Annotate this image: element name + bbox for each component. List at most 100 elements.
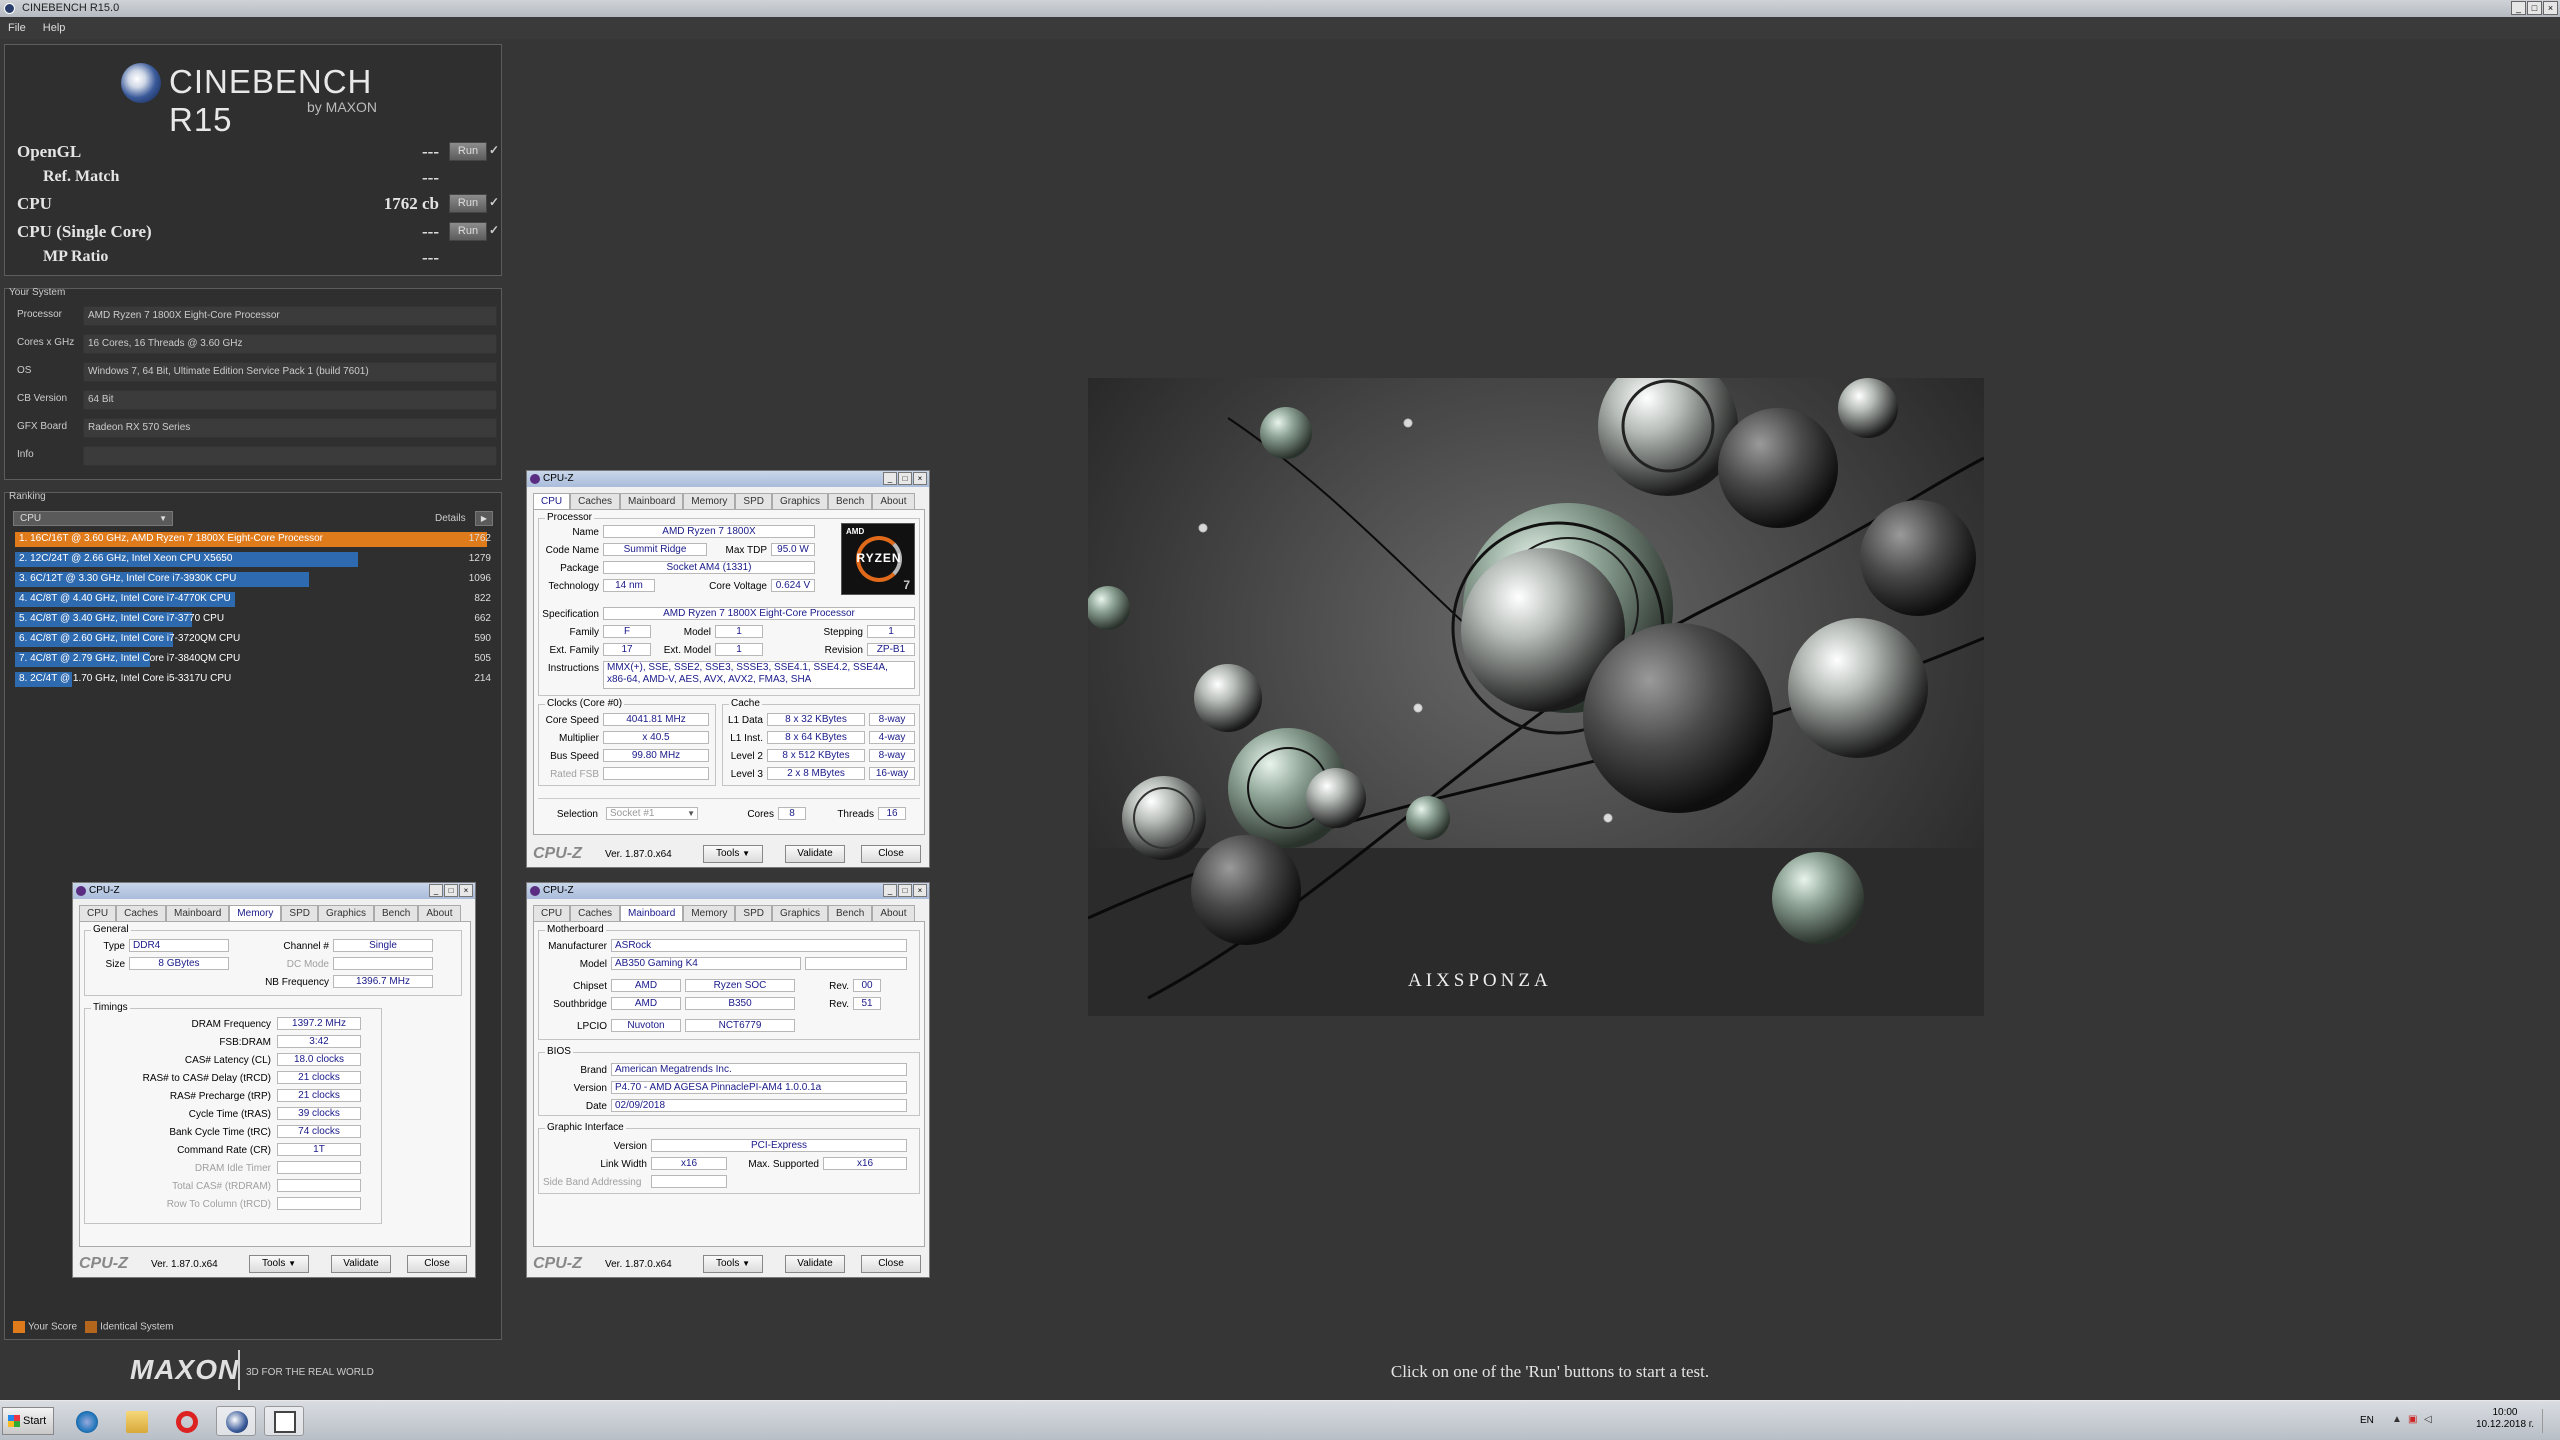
tab-mainboard[interactable]: Mainboard <box>166 905 230 921</box>
ranking-select[interactable]: CPU ▼ <box>13 511 173 526</box>
close-cpuz-button[interactable]: Close <box>407 1255 467 1273</box>
tab-bench[interactable]: Bench <box>374 905 419 921</box>
close-cpuz-button[interactable]: Close <box>861 845 921 863</box>
tab-caches[interactable]: Caches <box>570 905 621 921</box>
test-value: --- <box>422 168 439 187</box>
general-group: General Type DDR4 Channel # Single Size … <box>84 924 462 996</box>
family-label: Family <box>569 627 599 638</box>
ranking-row[interactable]: 6. 4C/8T @ 2.60 GHz, Intel Core i7-3720Q… <box>15 631 495 648</box>
tab-cpu[interactable]: CPU <box>79 905 117 921</box>
tab-about[interactable]: About <box>418 905 461 921</box>
run-cpu-button[interactable]: Run <box>449 194 487 213</box>
close-button[interactable]: × <box>913 884 927 897</box>
show-desktop-button[interactable] <box>2542 1409 2556 1433</box>
minimize-button[interactable]: _ <box>2511 1 2526 15</box>
extmodel-value: 1 <box>715 643 763 656</box>
ranking-row[interactable]: 7. 4C/8T @ 2.79 GHz, Intel Core i7-3840Q… <box>15 651 495 668</box>
cpuz-titlebar: CPU-Z _ □ × <box>527 883 929 899</box>
info-input[interactable] <box>83 446 497 466</box>
ranking-row[interactable]: 8. 2C/4T @ 1.70 GHz, Intel Core i5-3317U… <box>15 671 495 688</box>
gi-version-value: PCI-Express <box>651 1139 907 1152</box>
check-icon[interactable]: ✓ <box>489 195 499 210</box>
ranking-row[interactable]: 3. 6C/12T @ 3.30 GHz, Intel Core i7-3930… <box>15 571 495 588</box>
tab-memory[interactable]: Memory <box>683 493 736 509</box>
revision-value: ZP-B1 <box>867 643 915 656</box>
chevron-down-icon: ▼ <box>159 514 167 523</box>
ranking-label: 1. 16C/16T @ 3.60 GHz, AMD Ryzen 7 1800X… <box>19 533 323 544</box>
tools-button[interactable]: Tools ▼ <box>703 1255 763 1273</box>
close-button[interactable]: × <box>459 884 473 897</box>
divider <box>238 1350 240 1390</box>
tab-caches[interactable]: Caches <box>116 905 167 921</box>
maximize-button[interactable]: □ <box>898 472 912 485</box>
volume-icon[interactable]: ◁ <box>2424 1414 2434 1426</box>
ranking-row[interactable]: 5. 4C/8T @ 3.40 GHz, Intel Core i7-3770 … <box>15 611 495 628</box>
system-value: 64 Bit <box>83 390 497 410</box>
taskbar-cpuz[interactable] <box>264 1406 304 1436</box>
ranking-row[interactable]: 4. 4C/8T @ 4.40 GHz, Intel Core i7-4770K… <box>15 591 495 608</box>
instructions-line: MMX(+), SSE, SSE2, SSE3, SSSE3, SSE4.1, … <box>607 662 888 673</box>
tab-cpu[interactable]: CPU <box>533 493 571 509</box>
tab-spd[interactable]: SPD <box>281 905 318 921</box>
tab-graphics[interactable]: Graphics <box>317 905 374 921</box>
taskbar-cinebench[interactable] <box>216 1406 256 1436</box>
check-icon[interactable]: ✓ <box>489 223 499 238</box>
tab-about[interactable]: About <box>872 493 915 509</box>
tab-spd[interactable]: SPD <box>735 493 772 509</box>
close-button[interactable]: × <box>913 472 927 485</box>
tools-button[interactable]: Tools ▼ <box>249 1255 309 1273</box>
start-button[interactable]: Start <box>2 1407 54 1435</box>
tab-cpu[interactable]: CPU <box>533 905 571 921</box>
group-title: Cache <box>729 698 762 709</box>
selection-select[interactable]: Socket #1 ▼ <box>606 807 698 820</box>
tab-bench[interactable]: Bench <box>828 905 873 921</box>
tab-graphics[interactable]: Graphics <box>771 905 828 921</box>
taskbar-explorer[interactable] <box>116 1406 156 1436</box>
validate-button[interactable]: Validate <box>331 1255 391 1273</box>
clock[interactable]: 10:00 10.12.2018 г. <box>2476 1407 2534 1431</box>
tab-graphics[interactable]: Graphics <box>771 493 828 509</box>
language-indicator[interactable]: EN <box>2360 1415 2374 1426</box>
chevron-down-icon: ▼ <box>288 1259 297 1268</box>
show-hidden-icons-icon[interactable]: ▲ <box>2392 1414 2402 1426</box>
network-icon[interactable]: ▣ <box>2408 1414 2418 1426</box>
minimize-button[interactable]: _ <box>883 472 897 485</box>
tab-mainboard[interactable]: Mainboard <box>620 493 684 509</box>
tab-spd[interactable]: SPD <box>735 905 772 921</box>
details-button[interactable]: ▶ <box>475 511 493 526</box>
selection-bar: Selection Socket #1 ▼ Cores 8 Threads 16 <box>538 798 920 826</box>
tab-about[interactable]: About <box>872 905 915 921</box>
validate-button[interactable]: Validate <box>785 1255 845 1273</box>
run-cpu-single-button[interactable]: Run <box>449 222 487 241</box>
minimize-button[interactable]: _ <box>429 884 443 897</box>
ranking-score: 1279 <box>468 553 491 564</box>
maximize-button[interactable]: □ <box>444 884 458 897</box>
tab-memory[interactable]: Memory <box>229 905 282 921</box>
validate-button[interactable]: Validate <box>785 845 845 863</box>
system-row: Cores x GHz 16 Cores, 16 Threads @ 3.60 G… <box>13 333 497 355</box>
maximize-button[interactable]: □ <box>898 884 912 897</box>
minimize-button[interactable]: _ <box>883 884 897 897</box>
tab-caches[interactable]: Caches <box>570 493 621 509</box>
ranking-row[interactable]: 1. 16C/16T @ 3.60 GHz, AMD Ryzen 7 1800X… <box>15 531 495 548</box>
taskbar-ie[interactable] <box>66 1406 106 1436</box>
check-icon[interactable]: ✓ <box>489 143 499 158</box>
dcmode-value <box>333 957 433 970</box>
close-cpuz-button[interactable]: Close <box>861 1255 921 1273</box>
tools-button[interactable]: Tools ▼ <box>703 845 763 863</box>
tab-bench[interactable]: Bench <box>828 493 873 509</box>
ranking-label: 4. 4C/8T @ 4.40 GHz, Intel Core i7-4770K… <box>19 593 231 604</box>
tab-mainboard[interactable]: Mainboard <box>620 905 684 921</box>
l2-label: Level 2 <box>730 751 763 762</box>
chipset-rev: 00 <box>853 979 881 992</box>
cpuz-brand: CPU-Z <box>533 1255 582 1272</box>
menu-help[interactable]: Help <box>43 22 66 34</box>
menu-file[interactable]: File <box>8 22 26 34</box>
group-title: Graphic Interface <box>545 1122 626 1133</box>
taskbar-opera[interactable] <box>166 1406 206 1436</box>
ranking-row[interactable]: 2. 12C/24T @ 2.66 GHz, Intel Xeon CPU X5… <box>15 551 495 568</box>
maximize-button[interactable]: □ <box>2527 1 2542 15</box>
run-opengl-button[interactable]: Run <box>449 142 487 161</box>
tab-memory[interactable]: Memory <box>683 905 736 921</box>
close-button[interactable]: × <box>2543 1 2558 15</box>
